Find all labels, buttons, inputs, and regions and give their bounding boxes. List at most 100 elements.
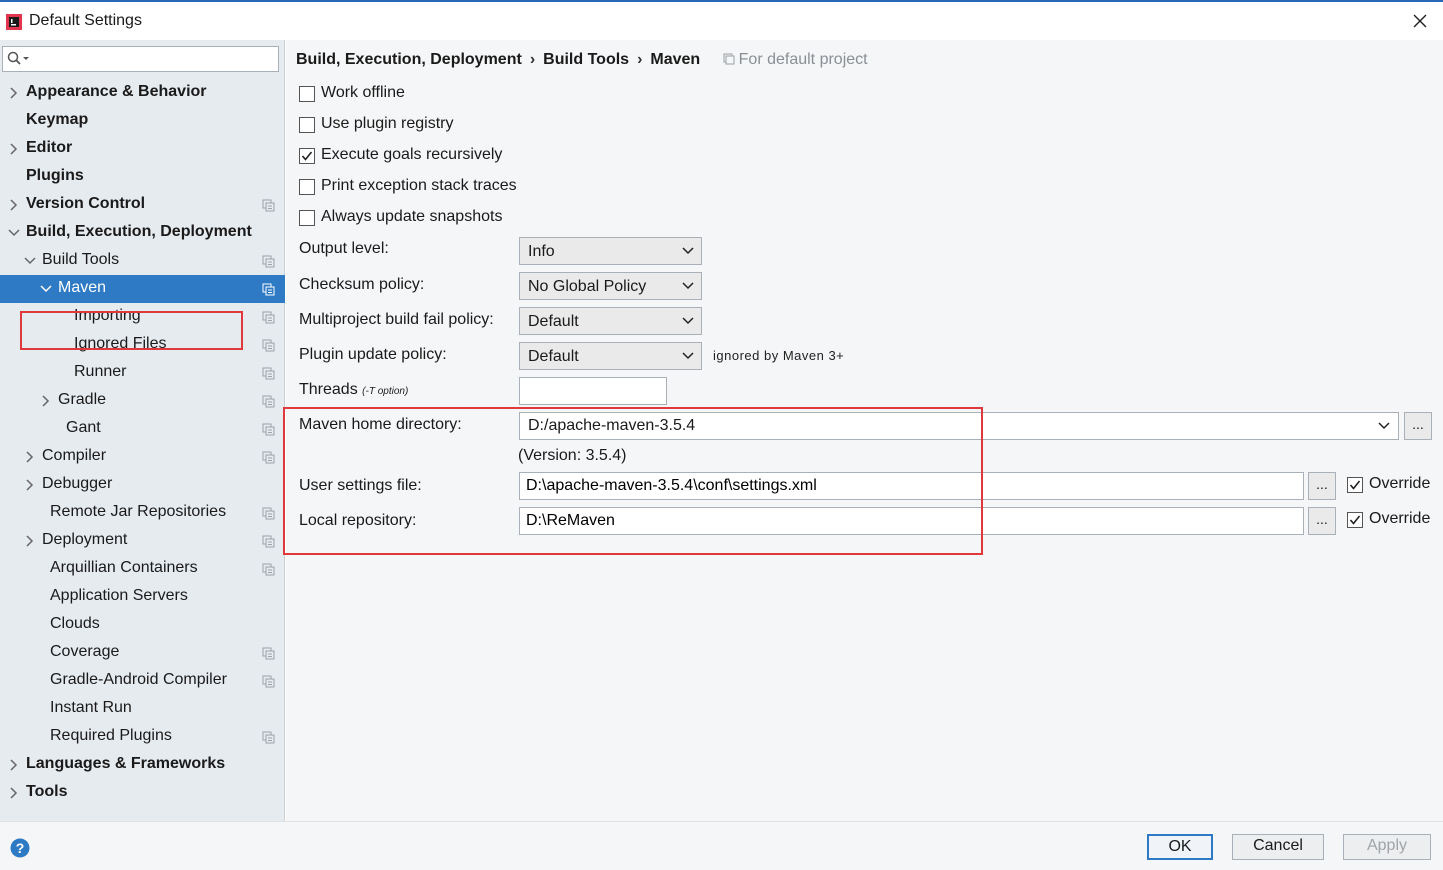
- sidebar-item-deployment[interactable]: Deployment: [0, 527, 285, 555]
- sidebar-item-label: Compiler: [42, 447, 107, 464]
- chevron-right-icon[interactable]: [24, 535, 36, 547]
- checksum-policy-value: No Global Policy: [528, 278, 647, 295]
- cancel-button[interactable]: Cancel: [1232, 834, 1324, 860]
- local-repository-input[interactable]: [519, 507, 1304, 535]
- project-scope-icon: [262, 507, 275, 520]
- window-title: Default Settings: [29, 12, 142, 29]
- local-repository-browse-button[interactable]: ...: [1308, 507, 1336, 535]
- chevron-right-icon[interactable]: [8, 87, 20, 99]
- output-level-label: Output level:: [299, 240, 389, 257]
- search-input[interactable]: [33, 49, 273, 69]
- plugin-update-policy-dropdown[interactable]: Default: [519, 342, 702, 370]
- output-level-dropdown[interactable]: Info: [519, 237, 702, 265]
- user-settings-input[interactable]: [519, 472, 1304, 500]
- sidebar-item-remote-jar-repositories[interactable]: Remote Jar Repositories: [0, 499, 285, 527]
- chevron-right-icon[interactable]: [40, 395, 52, 407]
- sidebar-item-editor[interactable]: Editor: [0, 135, 285, 163]
- sidebar-item-runner[interactable]: Runner: [0, 359, 285, 387]
- sidebar-item-label: Maven: [58, 279, 107, 296]
- project-scope-icon: [262, 535, 275, 548]
- sidebar-item-build-execution-deployment[interactable]: Build, Execution, Deployment: [0, 219, 285, 247]
- option-label: Use plugin registry: [321, 115, 454, 132]
- sidebar-item-clouds[interactable]: Clouds: [0, 611, 285, 639]
- sidebar-item-appearance-behavior[interactable]: Appearance & Behavior: [0, 79, 285, 107]
- chevron-right-icon[interactable]: [8, 759, 20, 771]
- intellij-app-icon: [6, 14, 22, 30]
- sidebar-item-label: Required Plugins: [50, 727, 172, 744]
- option-label: Print exception stack traces: [321, 177, 517, 194]
- chevron-down-icon[interactable]: [8, 227, 20, 239]
- close-icon[interactable]: [1409, 10, 1431, 32]
- breadcrumb-separator: ›: [637, 51, 643, 68]
- local-repository-label: Local repository:: [299, 512, 417, 529]
- checkbox[interactable]: [1347, 477, 1363, 493]
- title-bar: Default Settings: [0, 0, 1443, 40]
- sidebar-item-required-plugins[interactable]: Required Plugins: [0, 723, 285, 751]
- sidebar-item-ignored-files[interactable]: Ignored Files: [0, 331, 285, 359]
- apply-button[interactable]: Apply: [1343, 834, 1431, 860]
- chevron-right-icon[interactable]: [24, 451, 36, 463]
- override-label: Override: [1369, 475, 1431, 492]
- maven-home-value: D:/apache-maven-3.5.4: [528, 417, 696, 434]
- multiproject-policy-label: Multiproject build fail policy:: [299, 311, 494, 328]
- maven3-ignored-hint: ignored by Maven 3+: [713, 348, 845, 363]
- ok-button[interactable]: OK: [1147, 834, 1213, 860]
- sidebar-item-gradle[interactable]: Gradle: [0, 387, 285, 415]
- chevron-right-icon[interactable]: [8, 143, 20, 155]
- project-scope-icon: [262, 283, 275, 296]
- sidebar-item-plugins[interactable]: Plugins: [0, 163, 285, 191]
- sidebar-item-debugger[interactable]: Debugger: [0, 471, 285, 499]
- sidebar-item-importing[interactable]: Importing: [0, 303, 285, 331]
- sidebar-item-languages-frameworks[interactable]: Languages & Frameworks: [0, 751, 285, 779]
- sidebar-item-gant[interactable]: Gant: [0, 415, 285, 443]
- multiproject-policy-value: Default: [528, 313, 579, 330]
- sidebar-item-label: Deployment: [42, 531, 128, 548]
- option-label: Always update snapshots: [321, 208, 503, 225]
- chevron-down-icon: [682, 282, 694, 290]
- maven-home-dropdown[interactable]: D:/apache-maven-3.5.4: [519, 412, 1399, 440]
- maven-settings-panel: Build, Execution, Deployment › Build Tools…: [283, 40, 1443, 821]
- sidebar-item-instant-run[interactable]: Instant Run: [0, 695, 285, 723]
- sidebar-item-build-tools[interactable]: Build Tools: [0, 247, 285, 275]
- breadcrumb-item: Maven: [650, 51, 701, 68]
- maven-version-label: (Version: 3.5.4): [518, 447, 627, 464]
- sidebar-item-label: Build Tools: [42, 251, 120, 268]
- chevron-down-icon[interactable]: [40, 283, 52, 295]
- checksum-policy-dropdown[interactable]: No Global Policy: [519, 272, 702, 300]
- chevron-down-icon: [682, 317, 694, 325]
- chevron-right-icon[interactable]: [24, 479, 36, 491]
- checkbox[interactable]: [299, 148, 315, 164]
- project-scope-icon: [262, 199, 275, 212]
- sidebar-item-label: Version Control: [26, 195, 146, 212]
- settings-search[interactable]: [2, 46, 279, 72]
- checkbox[interactable]: [299, 117, 315, 133]
- sidebar-item-keymap[interactable]: Keymap: [0, 107, 285, 135]
- sidebar-item-gradle-android-compiler[interactable]: Gradle-Android Compiler: [0, 667, 285, 695]
- user-settings-browse-button[interactable]: ...: [1308, 472, 1336, 500]
- chevron-right-icon[interactable]: [8, 787, 20, 799]
- project-scope-icon: [262, 311, 275, 324]
- sidebar-item-compiler[interactable]: Compiler: [0, 443, 285, 471]
- checkbox[interactable]: [299, 179, 315, 195]
- checkbox[interactable]: [1347, 512, 1363, 528]
- sidebar-item-application-servers[interactable]: Application Servers: [0, 583, 285, 611]
- sidebar-item-tools[interactable]: Tools: [0, 779, 285, 807]
- maven-home-browse-button[interactable]: ...: [1404, 412, 1432, 440]
- chevron-right-icon[interactable]: [8, 199, 20, 211]
- help-icon[interactable]: ?: [10, 838, 30, 858]
- threads-input[interactable]: [519, 377, 667, 405]
- sidebar-item-maven[interactable]: Maven: [0, 275, 285, 303]
- plugin-update-policy-value: Default: [528, 348, 579, 365]
- threads-sublabel: (-T option): [362, 386, 409, 397]
- multiproject-policy-dropdown[interactable]: Default: [519, 307, 702, 335]
- sidebar-item-label: Keymap: [26, 111, 89, 128]
- project-scope-icon: [262, 339, 275, 352]
- sidebar-item-coverage[interactable]: Coverage: [0, 639, 285, 667]
- chevron-down-icon[interactable]: [24, 255, 36, 267]
- sidebar-item-label: Build, Execution, Deployment: [26, 223, 252, 240]
- sidebar-item-arquillian-containers[interactable]: Arquillian Containers: [0, 555, 285, 583]
- sidebar-item-version-control[interactable]: Version Control: [0, 191, 285, 219]
- checkbox[interactable]: [299, 86, 315, 102]
- project-scope-icon: [262, 647, 275, 660]
- checkbox[interactable]: [299, 210, 315, 226]
